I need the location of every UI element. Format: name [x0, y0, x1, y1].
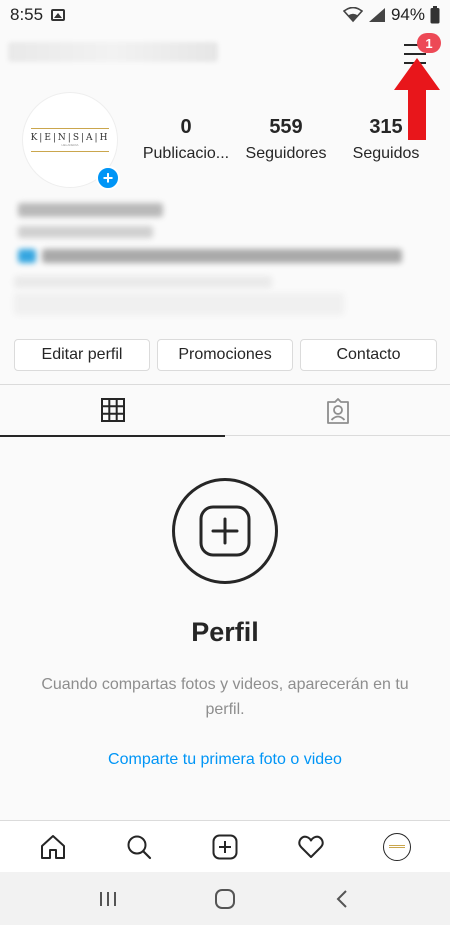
followers-label: Seguidores: [245, 145, 327, 162]
recent-apps-button[interactable]: [78, 879, 138, 919]
posts-stat[interactable]: 0 Publicacio...: [140, 116, 232, 163]
gallery-notification-icon: [51, 9, 66, 21]
back-icon: [336, 889, 347, 908]
contact-button[interactable]: Contacto: [300, 339, 437, 371]
bio-email-blurred: [14, 276, 272, 288]
recent-apps-icon: [100, 891, 117, 906]
plus-square-icon: [199, 505, 251, 557]
bio-emoji-blurred: [18, 249, 36, 263]
battery-percent: 94%: [390, 5, 425, 24]
following-stat[interactable]: 315 Seguidos: [346, 116, 426, 163]
create-post-circle[interactable]: [172, 478, 278, 584]
empty-state-description: Cuando compartas fotos y videos, aparece…: [41, 676, 409, 718]
profile-tabs: [0, 384, 450, 437]
status-time: 8:55: [10, 5, 44, 24]
notification-badge: 1: [417, 33, 441, 53]
status-bar: 8:55 94%: [0, 0, 450, 30]
nav-search[interactable]: [114, 827, 164, 867]
followers-stat[interactable]: 559 Seguidores: [240, 116, 332, 163]
logo-subtext: HELADERIA: [61, 143, 79, 147]
tab-grid[interactable]: [0, 385, 225, 437]
hamburger-line: [404, 53, 426, 55]
home-button[interactable]: [195, 879, 255, 919]
search-icon: [127, 835, 152, 859]
nav-new-post[interactable]: [200, 827, 250, 867]
signal-icon: [368, 8, 385, 22]
bio-text-blurred: [42, 249, 402, 263]
tab-tagged[interactable]: [225, 385, 450, 436]
following-label: Seguidos: [352, 145, 420, 162]
battery-icon: [430, 6, 440, 24]
bio-name-blurred: [18, 203, 163, 217]
system-navigation-bar: [0, 872, 450, 925]
profile-avatar-small: [383, 832, 411, 861]
wifi-icon: [342, 7, 363, 23]
nav-activity[interactable]: [286, 827, 336, 867]
following-count: 315: [369, 116, 403, 138]
followers-count: 559: [269, 116, 303, 138]
empty-state-title: Perfil: [191, 617, 259, 647]
new-post-icon: [212, 834, 238, 859]
profile-header: [0, 34, 450, 74]
bio-category-blurred: [18, 226, 153, 238]
username-blurred: [8, 42, 218, 62]
grid-icon: [100, 398, 125, 422]
posts-count: 0: [180, 116, 192, 138]
bio-link-blurred: [14, 293, 344, 315]
edit-profile-button[interactable]: Editar perfil: [14, 339, 150, 371]
bottom-navigation: [0, 820, 450, 872]
share-first-photo-link[interactable]: Comparte tu primera foto o video: [0, 751, 450, 769]
posts-label: Publicacio...: [142, 145, 230, 162]
add-story-button[interactable]: +: [96, 166, 120, 190]
nav-home[interactable]: [28, 827, 78, 867]
promotions-button[interactable]: Promociones: [157, 339, 293, 371]
tagged-icon: [326, 397, 349, 424]
home-icon: [41, 834, 65, 859]
back-button[interactable]: [312, 879, 372, 919]
brand-logo: K|E|N|S|A|H HELADERIA: [31, 128, 109, 152]
home-button-icon: [214, 888, 235, 909]
nav-profile[interactable]: [372, 827, 422, 867]
logo-text: K|E|N|S|A|H: [30, 133, 110, 143]
heart-icon: [298, 835, 324, 858]
